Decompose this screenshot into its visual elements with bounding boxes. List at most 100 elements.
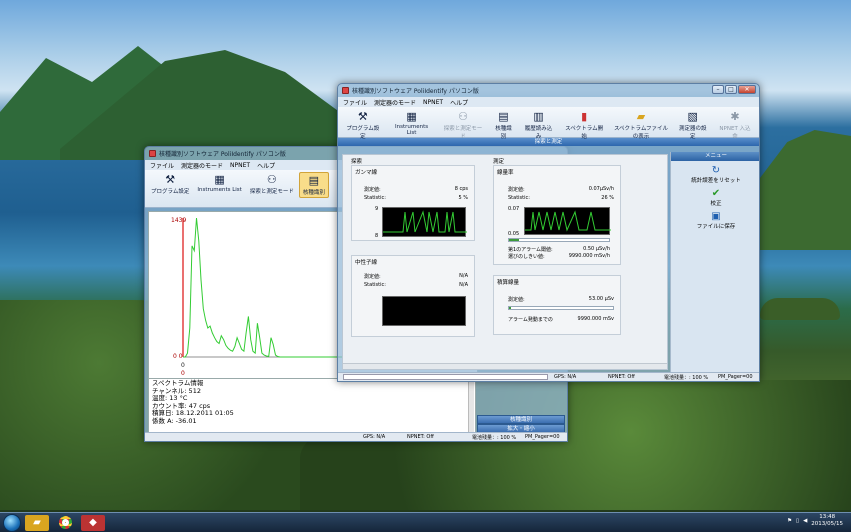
accumulated-alarm-label: アラーム発動までの <box>508 317 553 323</box>
dose-trend-svg <box>525 210 611 232</box>
nuclide-id-label: 核種識別 <box>495 126 512 140</box>
info-line: 積算日: 18.12.2011 01:05 <box>152 409 234 417</box>
gamma-trend-graph <box>382 207 467 237</box>
back-side-button[interactable]: 核種識別 <box>477 415 565 424</box>
status-battery: 電池残量：: 100 % <box>664 374 709 381</box>
dose-axis-top: 0.07 <box>508 206 520 212</box>
device-settings-label: 測定器の設定 <box>679 126 707 140</box>
maximize-button[interactable]: □ <box>725 85 737 94</box>
search-measure-mode-label: 探索と測定モード <box>443 126 483 140</box>
menu-npnet[interactable]: NPNET <box>423 99 443 106</box>
dose-threshold-value: 9990.000 mSv/h <box>568 253 610 259</box>
dose-alarm1-row: 第1のアラーム閾値: 0.50 μSv/h <box>508 246 610 253</box>
tools-icon: ⚒ <box>357 110 368 123</box>
clock-time: 13:48 <box>819 514 836 520</box>
load-history-button[interactable]: ▥ 履歴読み込み <box>519 109 557 141</box>
main-window[interactable]: 核種識別ソフトウェア PoliIdentify パソコン版 – □ ✕ ファイル… <box>337 83 760 382</box>
main-window-statusbar: GPS: N/A NPNET: Off 電池残量：: 100 % PM_Page… <box>338 372 759 381</box>
content-hscrollbar[interactable] <box>343 363 667 369</box>
neutron-group: 中性子線 測定値: N/A Statistic: N/A <box>351 255 475 337</box>
spectrum-x-start-label: 0 <box>181 362 185 369</box>
gamma-title: ガンマ線 <box>355 170 378 176</box>
minimize-button[interactable]: – <box>712 85 724 94</box>
spectrum-y-top-label: 1439 <box>171 217 186 224</box>
dose-threshold-label: 選びのしきい値: <box>508 254 545 260</box>
menu-mode[interactable]: 測定器のモード <box>181 161 223 170</box>
info-line: チャンネル: 512 <box>152 386 201 395</box>
accumulated-title: 積算線量 <box>497 280 520 286</box>
program-settings-button[interactable]: ⚒ プログラム設定 <box>341 109 385 141</box>
status-pager: PM_Pager=00 <box>718 374 753 380</box>
instruments-list-label: Instruments List <box>394 124 429 136</box>
refresh-icon: ↻ <box>711 165 721 176</box>
status-npnet: NPNET: Off <box>407 434 434 440</box>
instruments-list-button[interactable]: ▦ Instruments List <box>387 109 437 137</box>
dose-stat-label: Statistic: <box>508 195 530 201</box>
info-line: 係数 A: -36.01 <box>152 416 197 425</box>
dose-measured-row: 測定値: 0.07μSv/h <box>508 186 614 193</box>
neutron-measured-row: 測定値: N/A <box>364 273 468 280</box>
folder-icon[interactable]: ▰ <box>25 514 49 531</box>
flag-icon[interactable]: ⚑ <box>787 518 792 524</box>
spectrum-x-sub-label: 0 <box>181 370 185 377</box>
npnet-button[interactable]: ✱ NPNET 入込命 <box>714 109 756 141</box>
device-settings-button[interactable]: ▧ 測定器の設定 <box>674 109 712 141</box>
dose-measured-value: 0.07μSv/h <box>588 186 614 192</box>
status-progress <box>343 374 548 380</box>
network-icon: ✱ <box>730 110 740 123</box>
id-card-icon: ▤ <box>498 110 509 123</box>
start-button[interactable] <box>3 513 21 532</box>
menu-mode[interactable]: 測定器のモード <box>374 98 416 107</box>
gamma-measured-label: 測定値: <box>364 187 381 193</box>
menu-help[interactable]: ヘルプ <box>257 161 275 170</box>
clock[interactable]: 13:48 2013/05/15 <box>811 514 843 528</box>
save-file-button[interactable]: ▣ ファイルに保存 <box>671 211 759 230</box>
reset-stat-label: 統計誤差をリセット <box>691 178 741 184</box>
menu-file[interactable]: ファイル <box>150 161 174 170</box>
poliidentify-icon[interactable]: ◆ <box>81 514 105 531</box>
gamma-group: ガンマ線 測定値: 8 cps Statistic: 5 % 9 8 <box>351 165 475 241</box>
neutron-stat-value: N/A <box>459 282 468 288</box>
search-section-title: 探索 <box>351 159 363 165</box>
menu-npnet[interactable]: NPNET <box>230 162 250 169</box>
dose-stat-value: 26 % <box>601 195 614 201</box>
dose-measured-label: 測定値: <box>508 187 525 193</box>
menu-help[interactable]: ヘルプ <box>450 98 468 107</box>
accumulated-bar <box>508 306 614 310</box>
dose-trend-line <box>525 210 611 232</box>
history-icon: ▥ <box>533 110 544 123</box>
volume-icon[interactable]: ◀ <box>803 518 807 524</box>
search-measure-mode-button[interactable]: ⚇ 探索と測定モード <box>438 109 487 141</box>
spectrum-file-view-label: スペクトラムファイルの表示 <box>613 126 669 140</box>
reset-stat-button[interactable]: ↻ 統計誤差をリセット <box>671 165 759 184</box>
main-window-title: 核種識別ソフトウェア PoliIdentify パソコン版 <box>352 88 479 95</box>
accumulated-measured-label: 測定値: <box>508 297 525 303</box>
gamma-trend-svg <box>383 210 467 233</box>
instruments-list-button[interactable]: ▦ Instruments List <box>194 172 245 194</box>
gamma-stat-label: Statistic: <box>364 195 386 201</box>
main-window-titlebar[interactable]: 核種識別ソフトウェア PoliIdentify パソコン版 – □ ✕ <box>338 84 759 97</box>
neutron-stat-row: Statistic: N/A <box>364 282 468 288</box>
nuclide-id-button[interactable]: ▤ 核種識別 <box>298 172 329 198</box>
network-icon[interactable]: ▯ <box>796 518 799 524</box>
background-island <box>760 298 840 320</box>
check-icon: ✔ <box>711 188 721 199</box>
calibrate-button[interactable]: ✔ 校正 <box>671 188 759 207</box>
spectrum-file-view-button[interactable]: ▰ スペクトラムファイルの表示 <box>610 109 671 141</box>
program-settings-button[interactable]: ⚒ プログラム設定 <box>148 172 192 196</box>
status-gps: GPS: N/A <box>554 374 577 380</box>
nuclide-id-button[interactable]: ▤ 核種識別 <box>490 109 518 141</box>
neutron-trend-graph <box>382 296 466 326</box>
dose-stat-row: Statistic: 26 % <box>508 195 614 201</box>
info-scrollbar[interactable] <box>468 380 474 432</box>
main-window-menubar: ファイル 測定器のモード NPNET ヘルプ <box>338 97 759 107</box>
spectrum-start-button[interactable]: ▮ スペクトラム開始 <box>560 109 609 141</box>
close-button[interactable]: ✕ <box>738 85 756 94</box>
dose-alarm1-label: 第1のアラーム閾値: <box>508 247 553 253</box>
menu-file[interactable]: ファイル <box>343 98 367 107</box>
chrome-icon[interactable] <box>53 515 77 531</box>
spectrum-y-bottom-label: 0 0 <box>173 353 183 360</box>
search-measure-mode-button[interactable]: ⚇ 探索と測定モード <box>247 172 297 196</box>
gamma-axis-bottom: 8 <box>375 233 379 239</box>
instruments-list-label: Instruments List <box>197 187 242 193</box>
